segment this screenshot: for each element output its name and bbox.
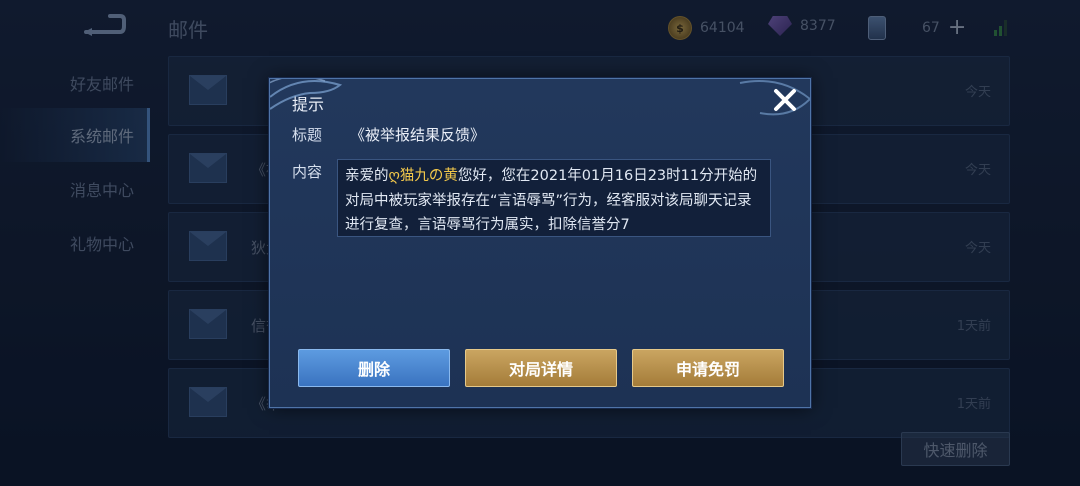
match-detail-button[interactable]: 对局详情 — [465, 349, 617, 387]
subject-label: 标题 — [292, 126, 323, 144]
mail-subject: 《被举报结果反馈》 — [350, 126, 486, 144]
close-icon — [774, 89, 796, 111]
content-prefix: 亲爱的 — [345, 168, 389, 184]
report-result-dialog: 提示 标题 《被举报结果反馈》 内容 亲爱的ღ猫九の黄您好，您在2021年01月… — [269, 78, 811, 408]
dialog-title: 提示 — [292, 95, 325, 114]
delete-button[interactable]: 删除 — [298, 349, 450, 387]
player-name: ღ猫九の黄 — [388, 168, 458, 184]
mail-content[interactable]: 亲爱的ღ猫九の黄您好，您在2021年01月16日23时11分开始的对局中被玩家举… — [337, 159, 771, 237]
content-label: 内容 — [292, 163, 323, 181]
close-button[interactable] — [770, 85, 800, 115]
appeal-penalty-button[interactable]: 申请免罚 — [632, 349, 784, 387]
